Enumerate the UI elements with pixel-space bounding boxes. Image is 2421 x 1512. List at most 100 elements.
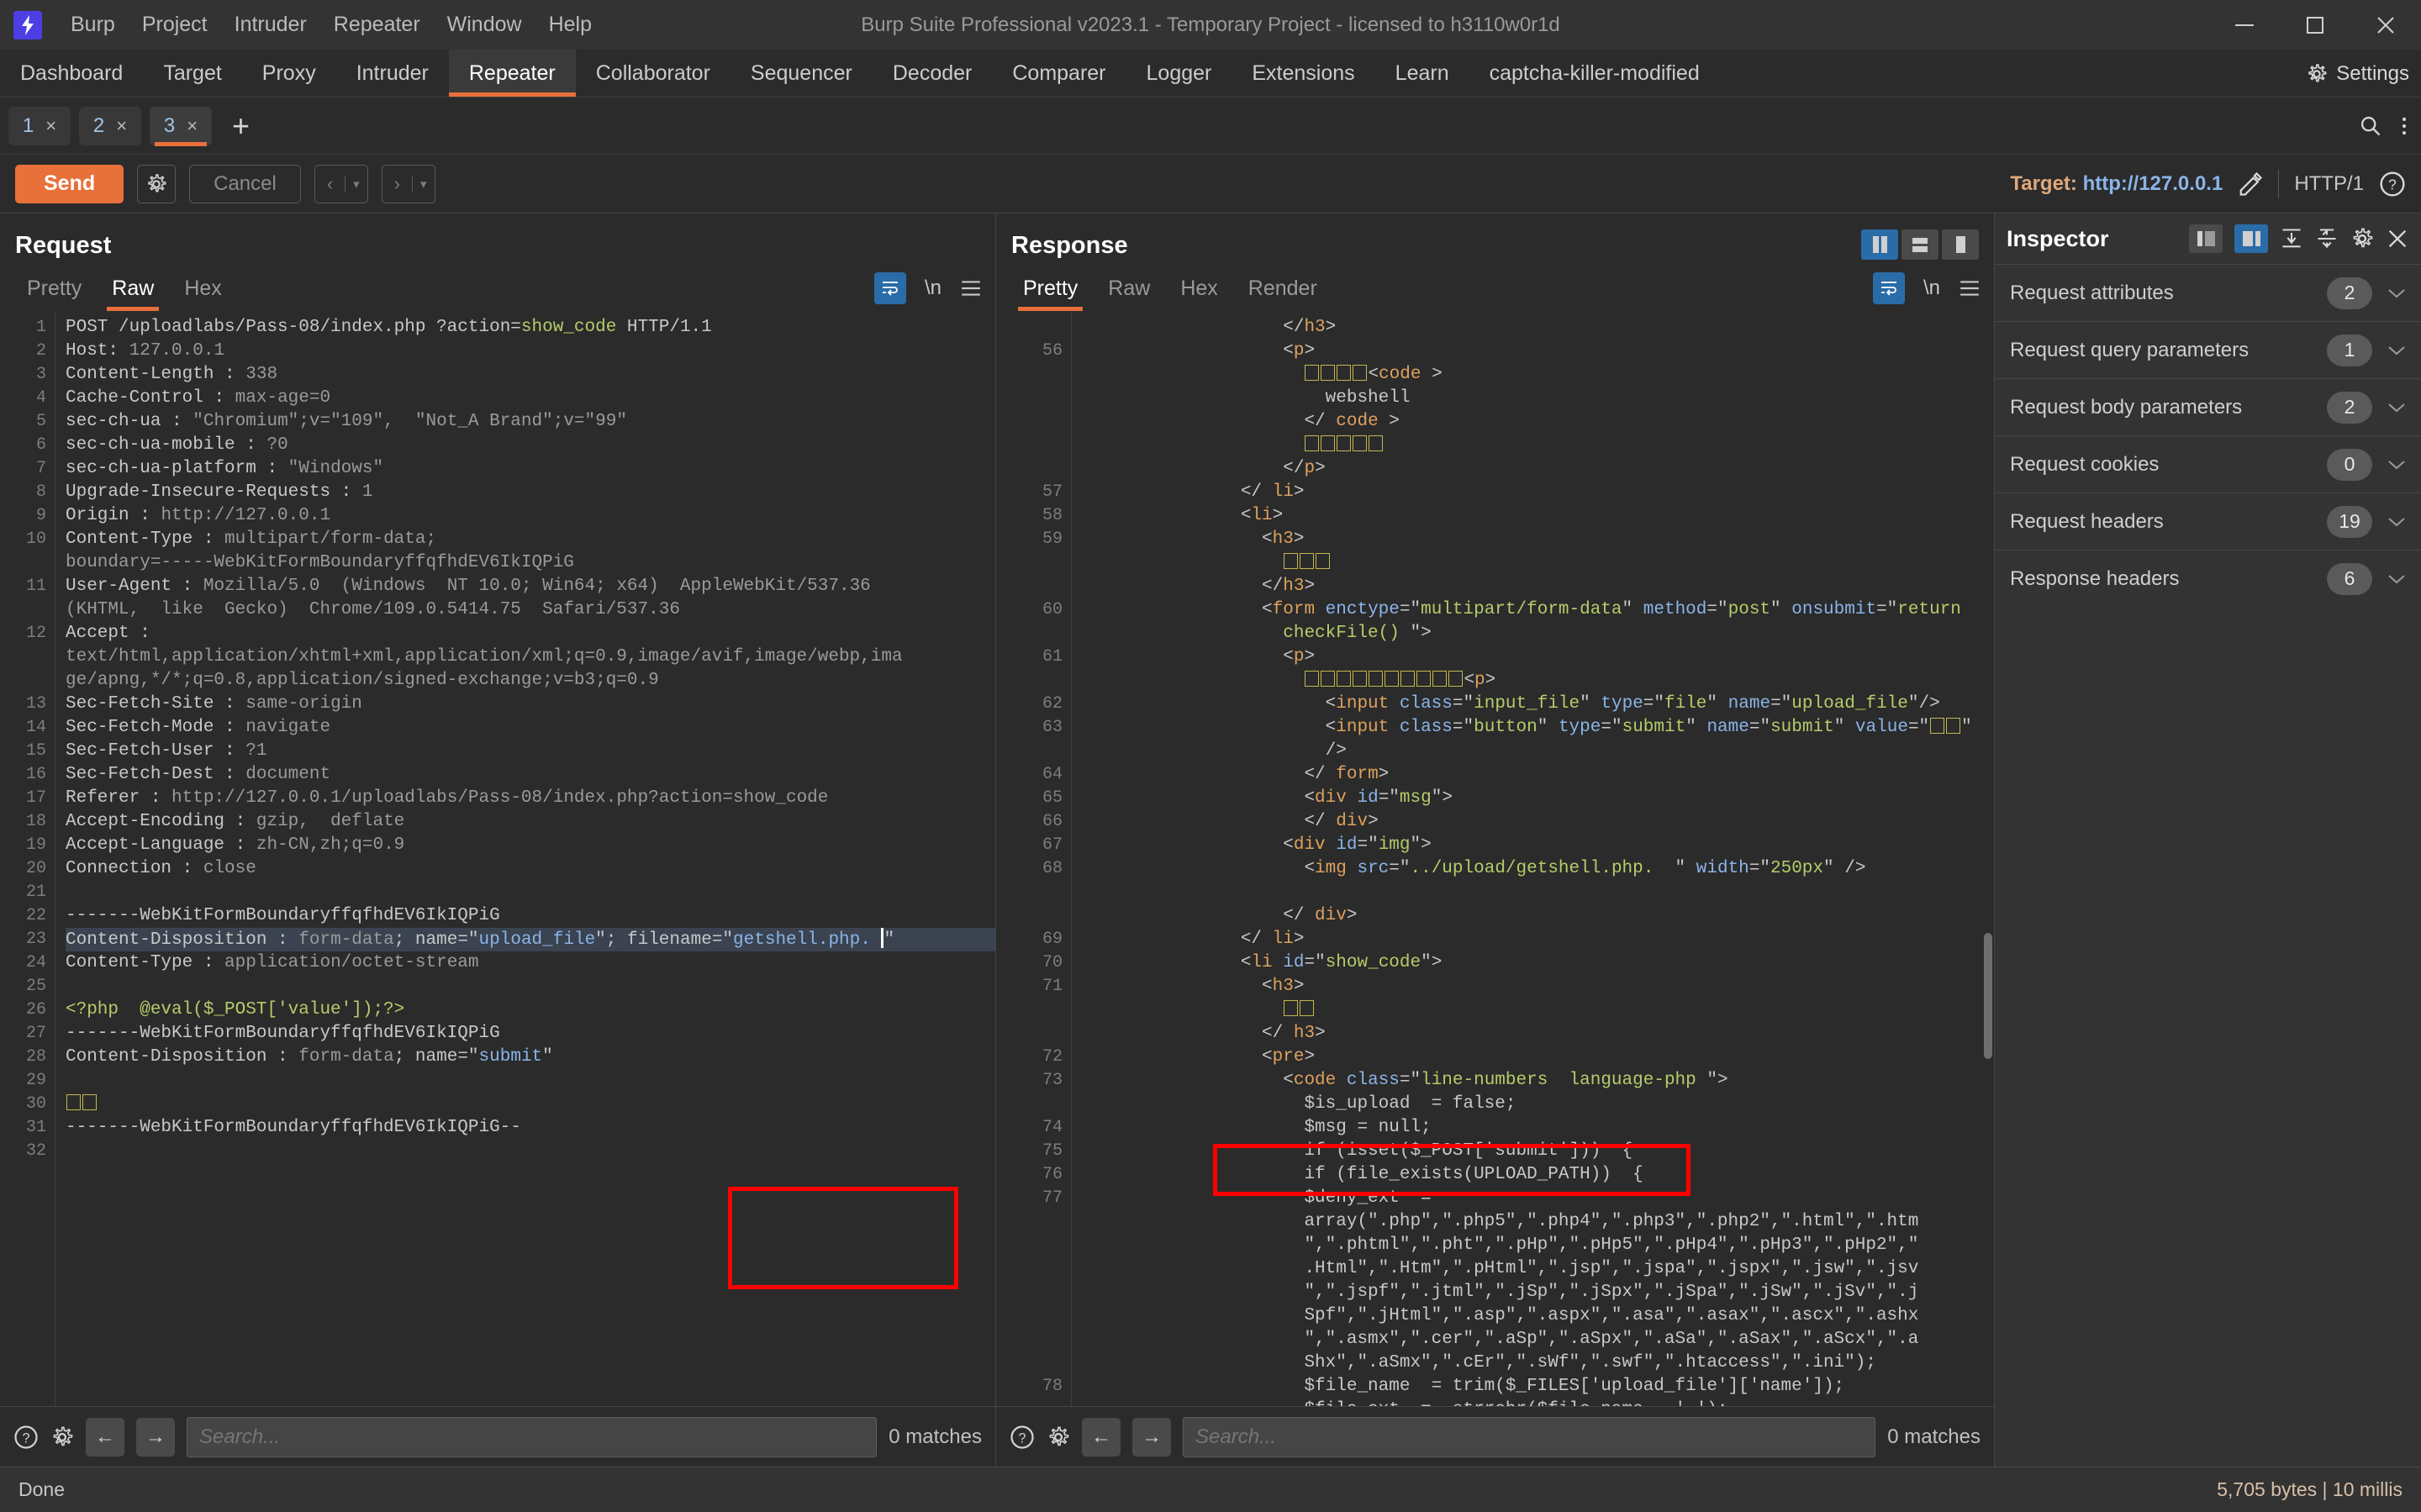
line-number: 27 (25, 1024, 46, 1043)
menu-item-help[interactable]: Help (535, 8, 605, 42)
repeater-tab-2[interactable]: 2 × (79, 106, 141, 145)
http-version-label[interactable]: HTTP/1 (2294, 172, 2364, 196)
send-options-button[interactable] (137, 164, 177, 203)
inspector-section-request-attributes[interactable]: Request attributes 2 (1995, 264, 2421, 321)
menu-item-window[interactable]: Window (434, 8, 535, 42)
inspector-section-response-headers[interactable]: Response headers 6 (1995, 550, 2421, 607)
question-circle-icon[interactable]: ? (1010, 1425, 1035, 1450)
minimize-button[interactable] (2209, 0, 2280, 50)
expand-all-icon[interactable] (2280, 227, 2303, 250)
code-line: Upgrade-Insecure-Requests : 1 (66, 481, 995, 504)
tab-learn[interactable]: Learn (1375, 50, 1469, 97)
inspector-layout-right-button[interactable] (2234, 224, 2268, 253)
close-window-button[interactable] (2350, 0, 2421, 50)
tab-target[interactable]: Target (143, 50, 241, 97)
request-tab-raw[interactable]: Raw (97, 271, 169, 311)
search-previous-button[interactable]: ← (86, 1417, 124, 1457)
tab-intruder[interactable]: Intruder (336, 50, 449, 97)
word-wrap-icon[interactable] (873, 272, 906, 304)
chevron-down-icon[interactable] (2387, 287, 2406, 299)
tab-sequencer[interactable]: Sequencer (731, 50, 873, 97)
newline-toggle[interactable]: \n (1923, 277, 1940, 300)
response-tab-render[interactable]: Render (1233, 271, 1332, 311)
close-tab-icon[interactable]: × (45, 115, 56, 137)
side-by-side-layout-button[interactable] (1861, 229, 1898, 260)
code-line: Sec-Fetch-Dest : document (66, 763, 995, 787)
gear-icon[interactable] (50, 1425, 74, 1449)
vertical-dots-icon[interactable] (2401, 114, 2408, 138)
response-scrollbar[interactable] (1984, 933, 1992, 1059)
hamburger-icon[interactable] (960, 279, 982, 298)
single-pane-layout-button[interactable] (1942, 229, 1979, 260)
stacked-layout-button[interactable] (1901, 229, 1938, 260)
response-tab-hex[interactable]: Hex (1165, 271, 1232, 311)
response-search-input[interactable] (1183, 1416, 1876, 1457)
request-search-input[interactable] (187, 1416, 878, 1457)
inspector-section-request-headers[interactable]: Request headers 19 (1995, 493, 2421, 550)
menu-item-burp[interactable]: Burp (57, 8, 129, 42)
code-token: p (1474, 671, 1485, 690)
repeater-tab-1[interactable]: 1 × (8, 106, 71, 145)
previous-request-button[interactable]: ‹ ▾ (314, 164, 368, 203)
send-button[interactable]: Send (15, 164, 124, 203)
response-code[interactable]: </h3> <p> <code > webshell </ code > </p… (1072, 311, 1994, 1406)
response-tab-pretty[interactable]: Pretty (1008, 271, 1093, 311)
close-tab-icon[interactable]: × (116, 115, 127, 137)
search-next-button[interactable]: → (136, 1417, 175, 1457)
next-request-button[interactable]: › ▾ (381, 164, 435, 203)
request-tab-hex[interactable]: Hex (169, 271, 236, 311)
question-circle-icon[interactable]: ? (13, 1425, 39, 1450)
inspector-section-request-cookies[interactable]: Request cookies 0 (1995, 435, 2421, 493)
tab-captcha-killer-modified[interactable]: captcha-killer-modified (1469, 50, 1720, 97)
newline-toggle[interactable]: \n (925, 277, 942, 300)
settings-button[interactable]: Settings (2306, 50, 2409, 97)
pencil-icon[interactable] (2238, 171, 2263, 197)
request-editor[interactable]: 1 2 3 4 5 6 7 8 9 10 11 12 13 14 15 16 17 18 19 20 21 22 23 24 2… (0, 311, 995, 1406)
chevron-down-icon[interactable] (2387, 345, 2406, 356)
close-tab-icon[interactable]: × (187, 115, 198, 137)
hamburger-icon[interactable] (1959, 279, 1981, 298)
tab-extensions[interactable]: Extensions (1232, 50, 1374, 97)
chevron-down-icon[interactable] (2387, 573, 2406, 585)
code-token: : (203, 529, 225, 549)
response-editor[interactable]: 56 57 58 59 60 61 62 63 64 65 66 67 68 69 70 71 72 73 74 75… (996, 311, 1994, 1406)
chevron-down-icon[interactable] (2387, 402, 2406, 414)
code-line: </h3> (1156, 316, 1994, 340)
response-tab-raw[interactable]: Raw (1093, 271, 1165, 311)
request-code[interactable]: POST /uploadlabs/Pass-08/index.php ?acti… (55, 311, 995, 1406)
gear-icon[interactable] (1047, 1425, 1070, 1449)
tab-decoder[interactable]: Decoder (873, 50, 993, 97)
tab-proxy[interactable]: Proxy (242, 50, 336, 97)
search-next-button[interactable]: → (1132, 1417, 1171, 1457)
inspector-section-request-body-parameters[interactable]: Request body parameters 2 (1995, 378, 2421, 435)
maximize-button[interactable] (2280, 0, 2350, 50)
chevron-down-icon[interactable] (2387, 516, 2406, 528)
close-inspector-icon[interactable] (2386, 227, 2409, 250)
search-icon[interactable] (2359, 114, 2382, 138)
question-circle-icon[interactable]: ? (2379, 171, 2406, 198)
chevron-down-icon[interactable]: ▾ (345, 176, 367, 192)
lightning-bolt-icon (22, 14, 34, 35)
collapse-all-icon[interactable] (2315, 227, 2339, 250)
chevron-down-icon[interactable] (2387, 459, 2406, 471)
tab-repeater[interactable]: Repeater (448, 50, 576, 97)
new-tab-button[interactable]: + (220, 110, 261, 141)
tab-dashboard[interactable]: Dashboard (0, 50, 143, 97)
menu-item-intruder[interactable]: Intruder (221, 8, 320, 42)
inspector-layout-left-button[interactable] (2189, 224, 2223, 253)
cancel-button[interactable]: Cancel (189, 164, 301, 203)
gear-icon[interactable] (2350, 227, 2374, 250)
request-tab-pretty[interactable]: Pretty (12, 271, 97, 311)
tab-logger[interactable]: Logger (1126, 50, 1232, 97)
code-token: 338 (245, 365, 278, 384)
repeater-tab-3[interactable]: 3 × (150, 106, 212, 146)
chevron-down-icon[interactable]: ▾ (412, 176, 435, 192)
tab-collaborator[interactable]: Collaborator (576, 50, 731, 97)
word-wrap-icon[interactable] (1872, 272, 1905, 304)
code-token: " (542, 1047, 553, 1067)
tab-comparer[interactable]: Comparer (992, 50, 1126, 97)
menu-item-project[interactable]: Project (129, 8, 221, 42)
menu-item-repeater[interactable]: Repeater (320, 8, 434, 42)
inspector-section-request-query-parameters[interactable]: Request query parameters 1 (1995, 321, 2421, 378)
search-previous-button[interactable]: ← (1082, 1417, 1121, 1457)
